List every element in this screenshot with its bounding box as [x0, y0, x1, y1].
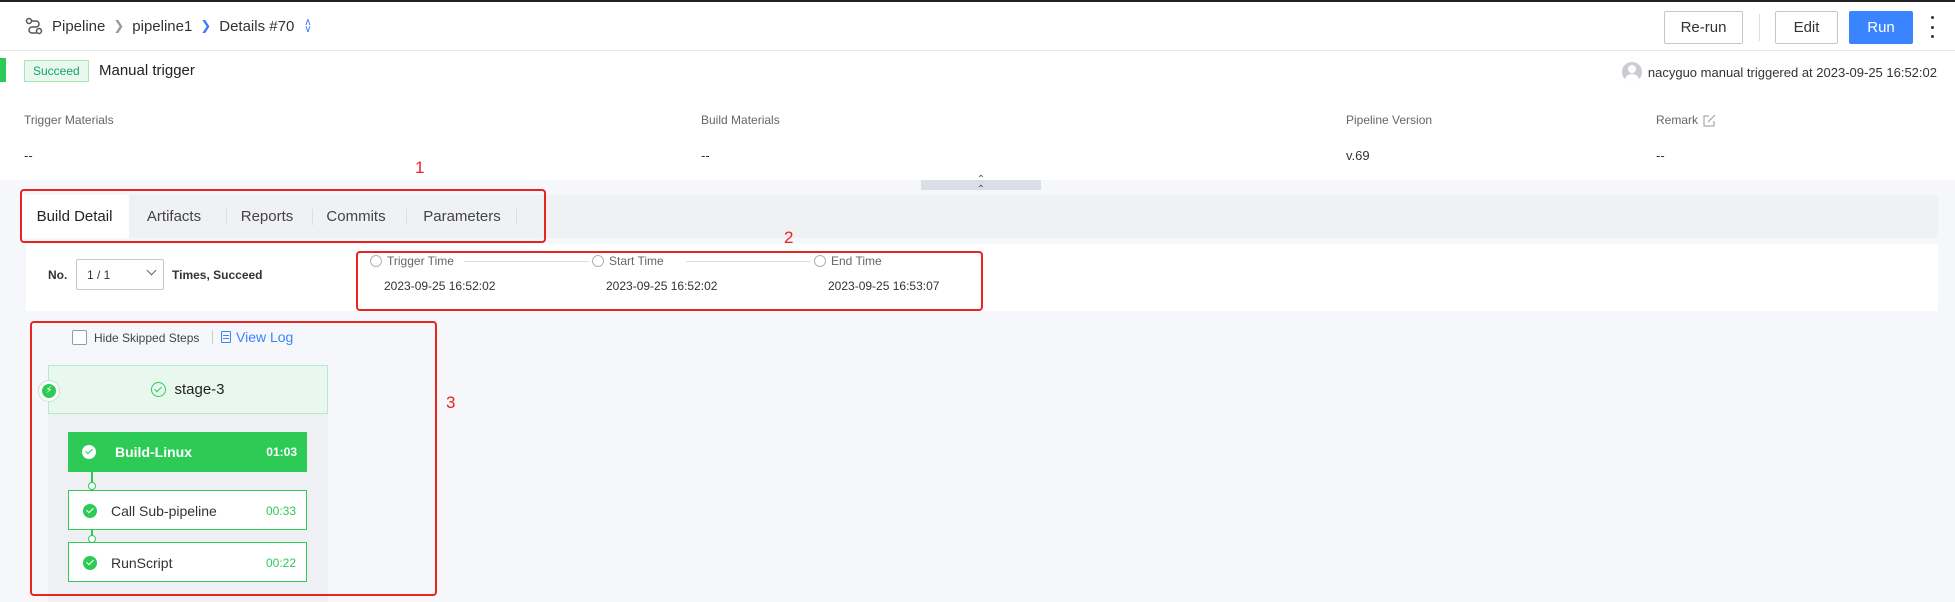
trigger-materials-label: Trigger Materials	[24, 113, 114, 127]
breadcrumb-details: Details #70	[219, 17, 295, 35]
annotation-box-pipeline	[30, 321, 437, 596]
remark-label-group: Remark	[1656, 113, 1716, 127]
breadcrumb: Pipeline ❯ pipeline1 ❯ Details #70 ∧ ∨	[24, 16, 312, 36]
rerun-button[interactable]: Re-run	[1664, 11, 1743, 44]
breadcrumb-separator-icon: ❯	[113, 18, 125, 33]
trigger-type: Manual trigger	[99, 62, 195, 79]
pipeline-version-label: Pipeline Version	[1346, 113, 1433, 127]
pipeline-icon	[25, 17, 43, 35]
breadcrumb-separator-icon: ❯	[200, 18, 212, 33]
edit-icon[interactable]	[1703, 114, 1716, 127]
execution-number-label: No.	[48, 268, 68, 282]
status-badge: Succeed	[24, 60, 89, 82]
annotation-number: 2	[784, 228, 794, 247]
status-row: Succeed Manual trigger nacyguo manual tr…	[0, 52, 1955, 92]
remark-label: Remark	[1656, 113, 1699, 127]
divider	[1759, 14, 1760, 41]
pipeline-version-value: v.69	[1346, 148, 1370, 163]
top-bar: Pipeline ❯ pipeline1 ❯ Details #70 ∧ ∨ Re…	[0, 0, 1955, 51]
more-menu-icon[interactable]	[1929, 16, 1935, 38]
remark-value: --	[1656, 148, 1665, 163]
status-indicator	[0, 58, 6, 82]
execution-select-value: 1 / 1	[87, 267, 111, 282]
edit-button[interactable]: Edit	[1775, 11, 1838, 44]
triggered-by-text: nacyguo manual triggered at 2023-09-25 1…	[1647, 64, 1937, 80]
collapse-icon[interactable]: ⌃ ⌃	[921, 175, 1041, 195]
switch-build-icon[interactable]: ∧ ∨	[304, 18, 311, 35]
avatar	[1621, 62, 1642, 82]
annotation-box-timeline	[356, 251, 983, 311]
annotation-number: 1	[415, 158, 425, 177]
build-materials-value: --	[701, 148, 710, 163]
chevron-down-icon	[146, 265, 157, 276]
execution-select[interactable]: 1 / 1	[76, 259, 164, 290]
annotation-number: 3	[446, 393, 456, 412]
build-materials-label: Build Materials	[701, 113, 780, 127]
trigger-materials-value: --	[24, 148, 33, 163]
run-button[interactable]: Run	[1849, 11, 1913, 44]
execution-result: Times, Succeed	[172, 268, 263, 282]
breadcrumb-pipeline-name[interactable]: pipeline1	[132, 18, 192, 35]
annotation-box-tabs	[20, 189, 546, 243]
triggered-by: nacyguo manual triggered at 2023-09-25 1…	[1621, 62, 1937, 82]
breadcrumb-pipeline[interactable]: Pipeline	[52, 18, 105, 35]
